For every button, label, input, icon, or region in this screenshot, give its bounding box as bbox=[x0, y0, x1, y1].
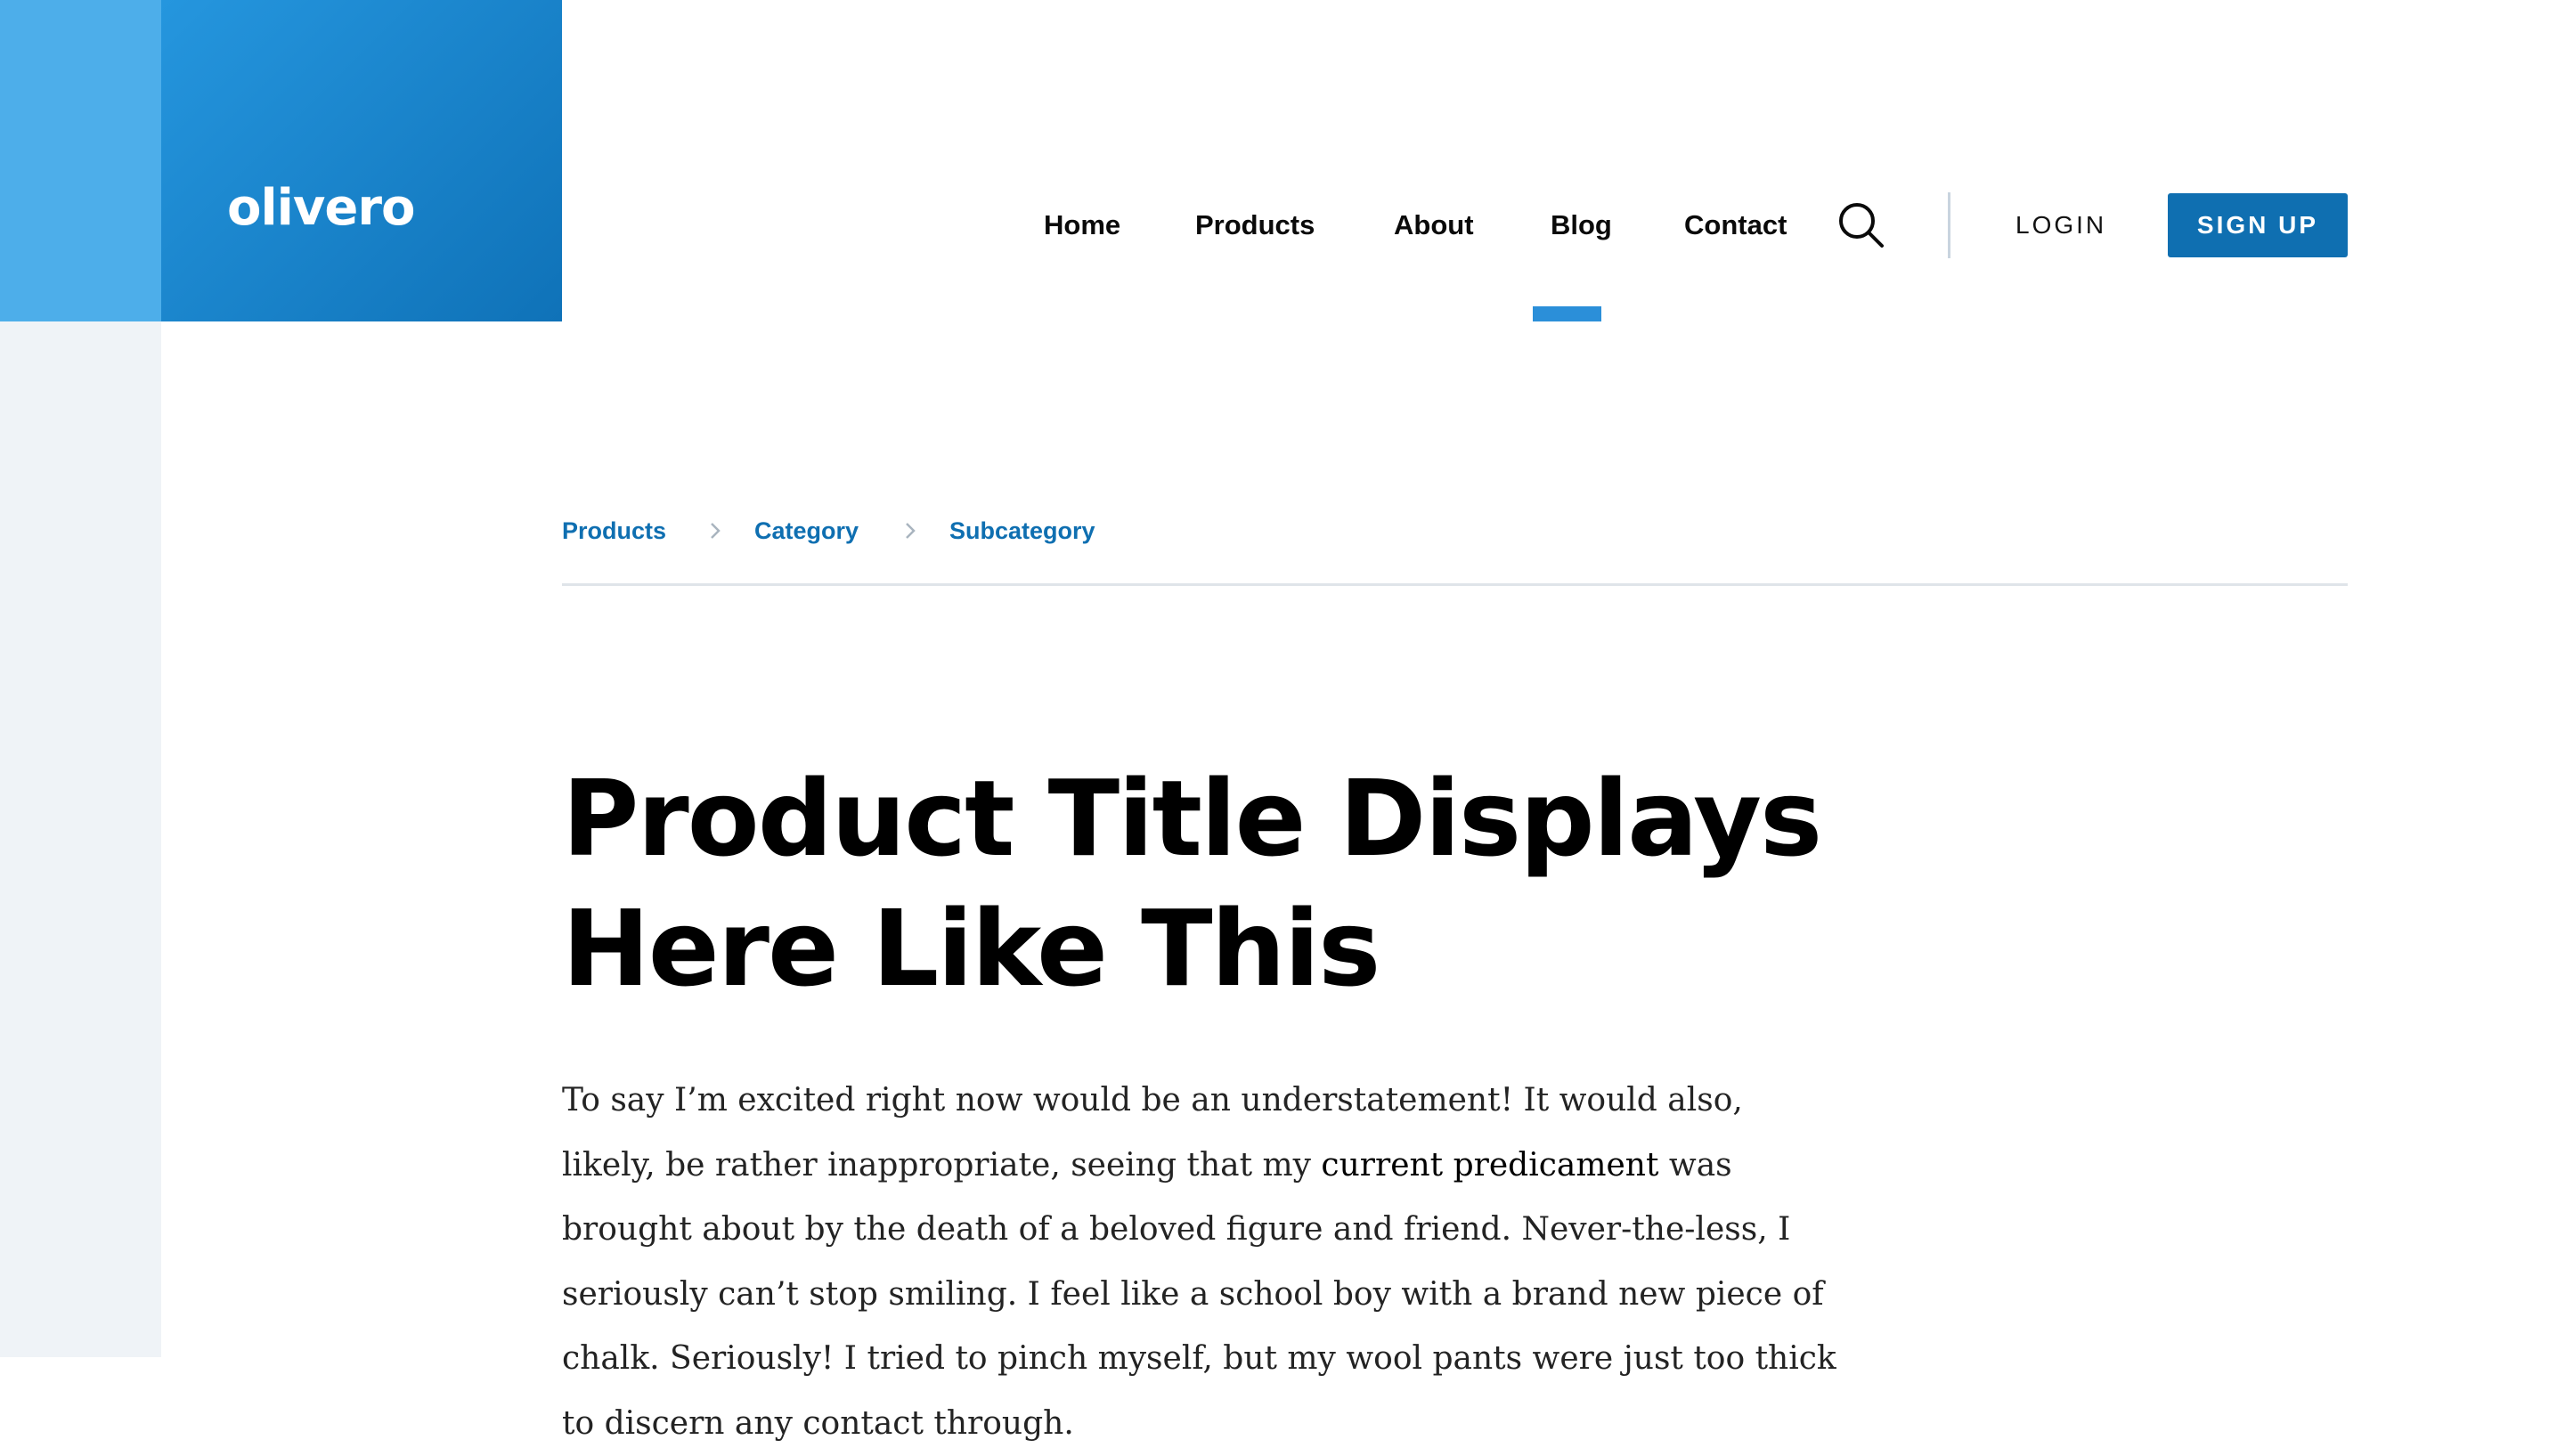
breadcrumb-divider bbox=[562, 583, 2348, 586]
active-nav-indicator bbox=[1533, 306, 1601, 321]
article-body: To say I’m excited right now would be an… bbox=[562, 1069, 1844, 1456]
article-body-part-2: was brought about by the death of a belo… bbox=[562, 1146, 1836, 1442]
search-icon bbox=[1839, 203, 1884, 248]
breadcrumb: Products Category Subcategory bbox=[562, 513, 2348, 549]
nav-divider bbox=[1948, 192, 1950, 258]
breadcrumb-item-subcategory[interactable]: Subcategory bbox=[949, 513, 1095, 549]
site-logo[interactable]: olivero bbox=[161, 0, 562, 321]
nav-item-home[interactable]: Home bbox=[1044, 203, 1120, 248]
nav-item-products[interactable]: Products bbox=[1195, 203, 1315, 248]
article-link[interactable]: current predicament bbox=[1321, 1147, 1658, 1184]
login-link[interactable]: LOGIN bbox=[2015, 203, 2106, 248]
nav-item-blog[interactable]: Blog bbox=[1551, 203, 1612, 248]
nav-item-about[interactable]: About bbox=[1394, 203, 1474, 248]
page-title: Product Title Displays Here Like This bbox=[562, 753, 1987, 1013]
signup-button[interactable]: SIGN UP bbox=[2168, 193, 2348, 257]
chevron-right-icon bbox=[711, 523, 721, 539]
search-button[interactable] bbox=[1837, 201, 1885, 249]
left-side-accent bbox=[0, 0, 161, 321]
chevron-right-icon bbox=[906, 523, 916, 539]
breadcrumb-item-category[interactable]: Category bbox=[754, 513, 859, 549]
breadcrumb-item-products[interactable]: Products bbox=[562, 513, 666, 549]
page-title-line-1: Product Title Displays bbox=[562, 757, 1822, 880]
page-title-line-2: Here Like This bbox=[562, 887, 1380, 1010]
nav-item-contact[interactable]: Contact bbox=[1684, 203, 1787, 248]
